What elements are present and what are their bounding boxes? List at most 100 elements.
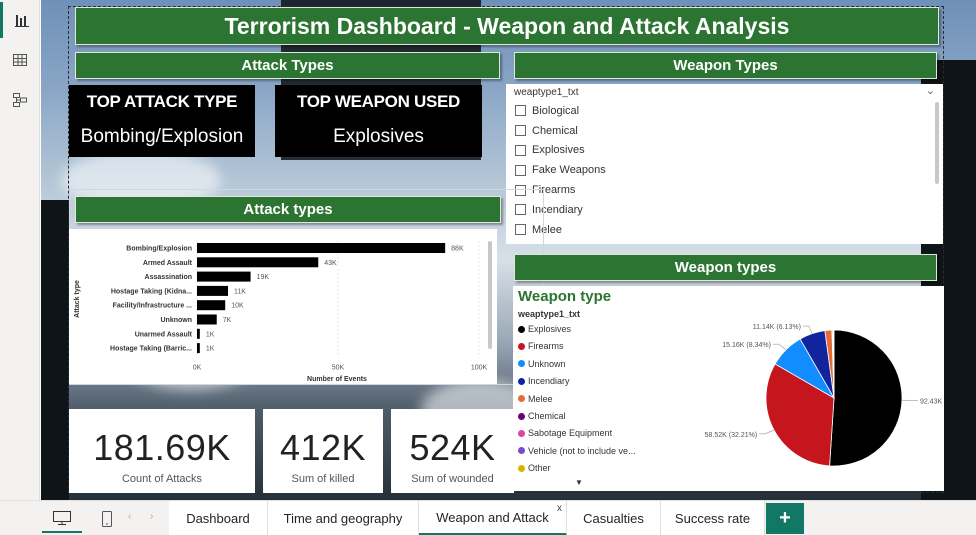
tab-success-rate[interactable]: Success rate: [661, 501, 765, 535]
mobile-layout-button[interactable]: [96, 504, 118, 533]
tab-casualties[interactable]: Casualties: [567, 501, 661, 535]
checkbox[interactable]: [515, 105, 526, 117]
slicer-item-label: Explosives: [532, 144, 585, 157]
tab-weapon-attack[interactable]: Weapon and Attack x: [419, 501, 567, 535]
top-attack-card: TOP ATTACK TYPE Bombing/Explosion: [69, 85, 255, 157]
x-tick-label: 50K: [332, 364, 345, 371]
pie-data-label: 11.14K (6.13%): [753, 324, 801, 331]
x-tick-label: 100K: [471, 364, 488, 371]
top-attack-title: TOP ATTACK TYPE: [86, 92, 238, 111]
chart-scrollbar[interactable]: [488, 241, 492, 349]
count-attacks-label: Count of Attacks: [121, 473, 203, 485]
bar[interactable]: [197, 271, 251, 282]
bar[interactable]: [197, 243, 446, 253]
table-icon: [13, 54, 27, 66]
chevron-right-icon[interactable]: ›: [150, 511, 153, 522]
page-tab-bar: ‹ › Dashboard Time and geography Weapon …: [0, 500, 976, 535]
pie-slice[interactable]: [829, 329, 903, 467]
report-view-button[interactable]: [0, 2, 40, 38]
leader-line: [802, 325, 813, 334]
tab-label: Time and geography: [283, 511, 403, 526]
data-view-button[interactable]: [0, 42, 40, 78]
count-attacks-value: 181.69K: [93, 427, 231, 468]
desktop-layout-button[interactable]: [42, 504, 82, 533]
bar[interactable]: [197, 285, 229, 296]
report-canvas: Terrorism Dashboard - Weapon and Attack …: [41, 0, 976, 500]
report-app: Terrorism Dashboard - Weapon and Attack …: [0, 0, 976, 535]
sum-killed-card: 412K Sum of killed: [263, 409, 383, 493]
checkbox[interactable]: [515, 144, 526, 156]
data-label: 11K: [234, 288, 246, 295]
slicer-item[interactable]: Fake Weapons: [506, 160, 943, 180]
data-label: 10K: [231, 303, 244, 310]
top-weapon-title: TOP WEAPON USED: [296, 92, 460, 111]
top-weapon-value: Explosives: [333, 126, 424, 147]
slicer-item[interactable]: Melee: [506, 220, 943, 240]
bar[interactable]: [197, 328, 200, 339]
category-label: Unknown: [161, 317, 193, 324]
close-icon[interactable]: x: [557, 503, 562, 514]
category-label: Unarmed Assault: [135, 331, 193, 338]
phone-icon: [102, 510, 112, 527]
data-label: 43K: [324, 260, 337, 267]
checkbox[interactable]: [515, 125, 526, 137]
background-silhouette: [41, 200, 69, 500]
slicer-item-label: Biological: [532, 104, 580, 117]
leader-line: [772, 343, 787, 351]
bar-chart-svg: Bombing/Explosion Armed Assault Assassinat…: [74, 241, 492, 383]
tab-time-geography[interactable]: Time and geography: [268, 501, 419, 535]
x-axis-title: Number of Events: [307, 376, 367, 383]
pie-data-label: 58.52K (32.21%): [705, 432, 758, 439]
data-label: 19K: [257, 274, 270, 281]
slicer-item[interactable]: Firearms: [506, 180, 943, 200]
bar[interactable]: [197, 343, 200, 354]
tab-label: Dashboard: [186, 511, 250, 526]
slicer-item[interactable]: Explosives: [506, 141, 943, 161]
category-label: Assassination: [145, 274, 192, 281]
model-icon: [13, 93, 27, 107]
tab-label: Casualties: [583, 511, 644, 526]
bar-chart-icon: [14, 15, 29, 27]
weapon-type-slicer[interactable]: weaptype1_txt ⌄ Biological Chemical Expl…: [506, 84, 943, 244]
count-attacks-card: 181.69K Count of Attacks: [69, 409, 255, 493]
category-label: Bombing/Explosion: [126, 246, 192, 253]
weapon-type-pie-panel[interactable]: Weapon type weaptype1_txt Explosives Fire…: [513, 286, 944, 491]
y-axis-title: Attack type: [74, 280, 81, 318]
slicer-scrollbar[interactable]: [935, 102, 939, 184]
attack-types-chart-header: Attack types: [75, 196, 501, 223]
model-view-button[interactable]: [0, 82, 40, 118]
attack-types-header: Attack Types: [75, 52, 500, 79]
slicer-item[interactable]: Chemical: [506, 121, 943, 141]
slicer-item[interactable]: Biological: [506, 101, 943, 121]
attack-types-bar-chart[interactable]: Bombing/Explosion Armed Assault Assassinat…: [69, 229, 497, 384]
monitor-icon: [53, 510, 71, 525]
slicer-header[interactable]: weaptype1_txt ⌄: [506, 84, 943, 101]
pie-data-label: 15.16K (8.34%): [722, 342, 771, 349]
top-attack-value: Bombing/Explosion: [80, 126, 244, 147]
bar[interactable]: [197, 257, 319, 268]
sum-wounded-label: Sum of wounded: [411, 473, 494, 485]
category-label: Facility/Infrastructure ...: [113, 303, 192, 310]
bar[interactable]: [197, 300, 226, 311]
top-weapon-card: TOP WEAPON USED Explosives: [275, 85, 482, 157]
page-title: Terrorism Dashboard - Weapon and Attack …: [75, 7, 939, 45]
category-label: Hostage Taking (Barric...: [110, 346, 192, 353]
pie-chart-svg: 92.43K (50.87%) 58.52K (32.21%) 15.16K (8.…: [705, 324, 944, 467]
leader-line: [759, 429, 775, 435]
sum-killed-label: Sum of killed: [291, 473, 355, 485]
data-label: 88K: [451, 246, 464, 253]
weapon-types-chart-header: Weapon types: [514, 254, 937, 281]
slicer-field-name: weaptype1_txt: [514, 87, 579, 98]
tab-label: Weapon and Attack: [436, 509, 549, 525]
tab-dashboard[interactable]: Dashboard: [169, 501, 268, 535]
weapon-types-header: Weapon Types: [514, 52, 937, 79]
data-label: 7K: [223, 317, 232, 324]
category-label: Armed Assault: [143, 260, 193, 267]
bar[interactable]: [197, 314, 217, 325]
chevron-down-icon[interactable]: ⌄: [926, 84, 935, 97]
slicer-item[interactable]: Incendiary: [506, 200, 943, 220]
add-page-button[interactable]: +: [766, 503, 804, 534]
checkbox[interactable]: [515, 164, 526, 176]
chevron-left-icon[interactable]: ‹: [128, 511, 131, 522]
category-label: Hostage Taking (Kidna...: [111, 288, 192, 295]
